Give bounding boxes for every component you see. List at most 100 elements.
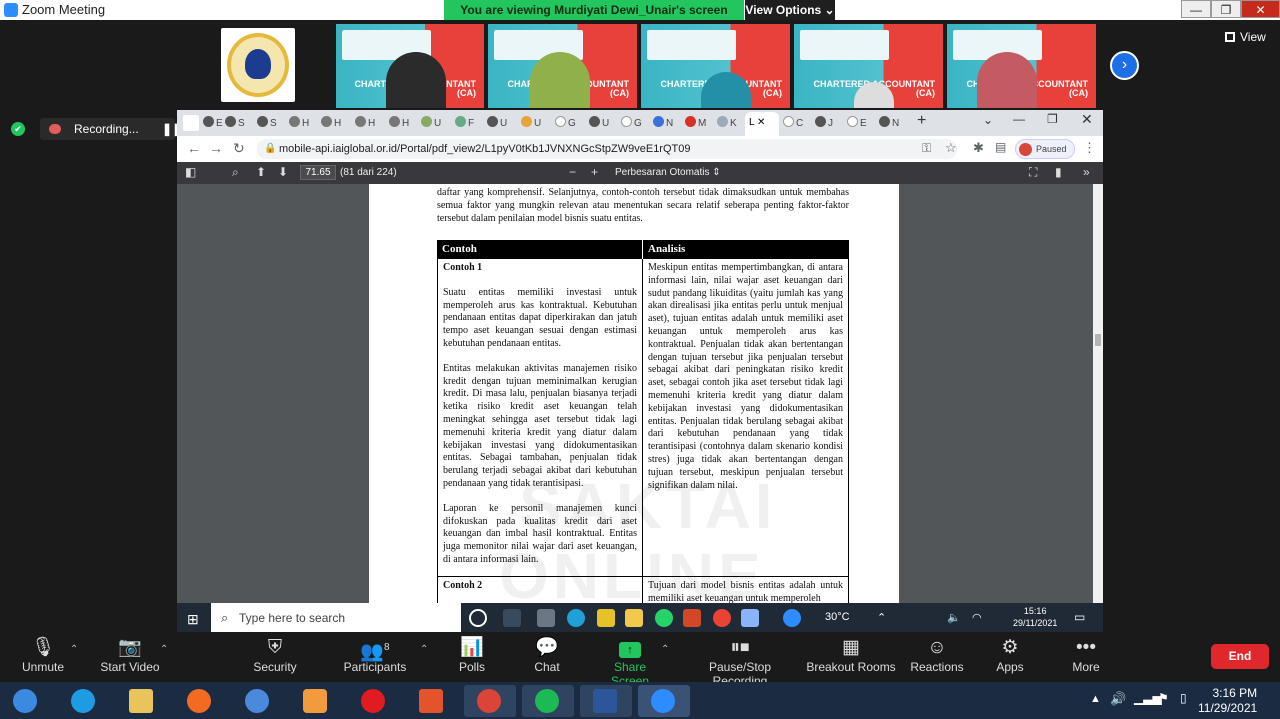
chat-button[interactable]: 💬 Chat [527, 632, 567, 682]
browser-tab[interactable]: J [815, 114, 845, 134]
browser-tab[interactable]: U [421, 114, 451, 134]
wifi-icon[interactable]: ◠ [972, 611, 982, 624]
internet-explorer-icon[interactable] [58, 685, 110, 717]
browser-tab[interactable]: G [555, 114, 585, 134]
edge-icon[interactable] [567, 609, 585, 627]
end-meeting-button[interactable]: End [1211, 644, 1269, 669]
pause-stop-recording-button[interactable]: ⏸⏹ Pause/Stop Recording [682, 632, 798, 688]
back-icon[interactable]: ← [187, 140, 201, 156]
participant-thumbnail[interactable]: CHARTERED ACCOUNTANT (CA) [947, 24, 1096, 108]
participant-thumbnail[interactable]: CHARTERED ACCOUNTANT (CA) [641, 24, 790, 108]
word-icon[interactable] [580, 685, 632, 717]
participant-thumbnail[interactable]: CHARTERED ACCOUNTANT (CA) [794, 24, 943, 108]
more-tools-icon[interactable]: » [1083, 165, 1090, 179]
file-explorer-icon[interactable] [625, 609, 643, 627]
browser-tab[interactable]: H [389, 114, 419, 134]
close-button[interactable]: ✕ [1241, 0, 1280, 18]
flag-icon[interactable]: ⚑ [1158, 691, 1169, 705]
browser-tab[interactable]: K [717, 114, 747, 134]
start-button[interactable] [0, 685, 52, 717]
taskbar-search-box[interactable]: ⌕ Type here to search [211, 603, 461, 633]
fullscreen-icon[interactable]: ⛶ [1029, 165, 1037, 180]
browser-tab[interactable]: N [879, 114, 909, 134]
browser-tab[interactable]: H [355, 114, 385, 134]
participants-button[interactable]: 👥8 Participants [340, 632, 410, 682]
unmute-button[interactable]: 🎙 Unmute [18, 632, 68, 682]
browser-tab[interactable]: U [487, 114, 517, 134]
notifications-icon[interactable]: ▭ [1074, 610, 1085, 624]
host-clock[interactable]: 3:16 PM 11/29/2021 [1198, 686, 1257, 716]
tray-chevron-icon[interactable]: ⌃ [877, 611, 886, 624]
pdf-viewport[interactable]: SAKTAI ONLINE daftar yang komprehensif. … [177, 184, 1103, 632]
url-bar[interactable]: 🔒 mobile-api.iaiglobal.or.id/Portal/pdf_… [257, 139, 957, 159]
battery-icon[interactable]: ▯ [1180, 691, 1187, 705]
opera-icon[interactable] [348, 685, 400, 717]
participant-thumbnail[interactable]: CHARTERED ACCOUNTANT (CA) [336, 24, 484, 108]
page-number-input[interactable]: 71.65 [300, 165, 336, 180]
browser-tab[interactable]: U [521, 114, 551, 134]
extensions-icon[interactable]: ✱ [973, 140, 984, 156]
tray-chevron-icon[interactable]: ▲ [1090, 693, 1101, 705]
browser-tab[interactable]: S [257, 114, 287, 134]
audio-options-caret[interactable]: ⌃ [70, 644, 78, 655]
file-explorer-icon[interactable] [116, 685, 168, 717]
next-thumbnails-button[interactable]: › [1110, 51, 1139, 80]
pdf-scrollbar[interactable] [1093, 184, 1103, 604]
profile-sync-button[interactable]: Paused [1015, 139, 1075, 159]
key-icon[interactable]: ⚿ [922, 141, 931, 156]
video-options-caret[interactable]: ⌃ [160, 644, 168, 655]
breakout-rooms-button[interactable]: ▦ Breakout Rooms [806, 632, 896, 682]
browser-close-button[interactable]: ✕ [1081, 111, 1093, 128]
participant-thumbnail[interactable]: CHARTERED ACCOUNTANT (CA) [488, 24, 637, 108]
view-button[interactable]: View [1225, 30, 1266, 44]
chrome-icon[interactable] [232, 685, 284, 717]
app-icon[interactable] [741, 609, 759, 627]
taskbar-clock[interactable]: 15:16 29/11/2021 [1013, 605, 1057, 629]
browser-tab[interactable]: E [847, 114, 877, 134]
more-button[interactable]: ••• More [1066, 632, 1106, 682]
spotify-icon[interactable] [522, 685, 574, 717]
browser-tab[interactable]: N [653, 114, 683, 134]
bookmark-star-icon[interactable]: ☆ [945, 140, 957, 156]
volume-icon[interactable]: 🔈 [947, 611, 961, 624]
reload-icon[interactable]: ↻ [233, 140, 245, 157]
volume-icon[interactable]: 🔊 [1110, 691, 1126, 707]
browser-maximize-button[interactable]: ❐ [1047, 112, 1058, 126]
maximize-button[interactable]: ❐ [1211, 0, 1241, 18]
windows-start-icon[interactable]: ⊞ [187, 611, 199, 628]
browser-tab[interactable]: U [589, 114, 619, 134]
task-view-icon[interactable] [503, 609, 521, 627]
next-page-icon[interactable]: ⬇ [278, 165, 288, 179]
app-icon[interactable] [406, 685, 458, 717]
bookmark-icon[interactable]: ▮ [1055, 165, 1062, 179]
media-player-icon[interactable] [290, 685, 342, 717]
participant-thumbnail-logo[interactable] [221, 28, 295, 102]
active-browser-tab[interactable]: L ✕ [745, 112, 779, 136]
browser-tab[interactable]: C [783, 114, 813, 134]
reactions-button[interactable]: ☺ Reactions [908, 632, 966, 682]
whatsapp-icon[interactable] [655, 609, 673, 627]
security-button[interactable]: ⛨ Security [250, 632, 300, 682]
search-icon[interactable]: ⌕ [232, 165, 239, 180]
browser-tab[interactable]: M [685, 114, 715, 134]
browser-tab[interactable]: F [455, 114, 485, 134]
sidebar-toggle-icon[interactable]: ◧ [185, 165, 196, 179]
start-video-button[interactable]: 📷 Start Video [98, 632, 162, 682]
zoom-out-icon[interactable]: − [569, 165, 576, 179]
polls-button[interactable]: 📊 Polls [452, 632, 492, 682]
browser-tab[interactable]: H [321, 114, 351, 134]
zoom-taskbar-icon[interactable] [638, 685, 690, 717]
zoom-select[interactable]: Perbesaran Otomatis ⇕ [615, 167, 721, 178]
forward-icon[interactable]: → [209, 140, 223, 156]
stop-share-square-icon[interactable] [183, 115, 199, 131]
firefox-icon[interactable] [174, 685, 226, 717]
help-icon[interactable] [783, 609, 801, 627]
view-options-button[interactable]: View Options ⌄ [745, 0, 835, 20]
share-options-caret[interactable]: ⌃ [661, 644, 669, 655]
encryption-shield-icon[interactable]: ✔ [11, 122, 25, 136]
reading-list-icon[interactable]: ▤ [995, 140, 1006, 154]
tab-search-icon[interactable]: ⌄ [983, 113, 993, 127]
browser-menu-icon[interactable]: ⋮ [1083, 140, 1096, 156]
zoom-in-icon[interactable]: + [591, 165, 598, 179]
previous-page-icon[interactable]: ⬆ [256, 165, 266, 179]
